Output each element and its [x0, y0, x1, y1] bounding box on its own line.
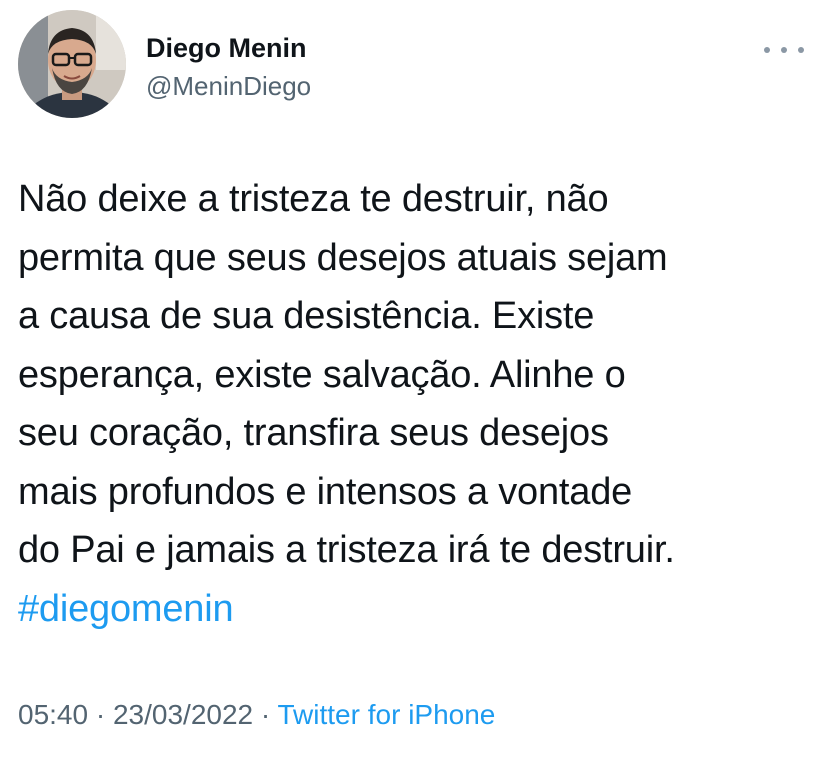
tweet-card: Diego Menin @MeninDiego Não deixe a tris…: [0, 0, 823, 759]
more-dot: [798, 47, 804, 53]
tweet-text: Não deixe a tristeza te destruir, não pe…: [18, 170, 818, 638]
avatar[interactable]: [18, 10, 126, 118]
profile-photo-icon: [18, 10, 126, 118]
more-dot: [764, 47, 770, 53]
tweet-date[interactable]: 23/03/2022: [113, 699, 253, 730]
more-options-icon[interactable]: [764, 38, 804, 62]
author-names: Diego Menin @MeninDiego: [146, 32, 311, 102]
hashtag-link[interactable]: #diegomenin: [18, 588, 234, 630]
tweet-time[interactable]: 05:40: [18, 699, 88, 730]
meta-separator: ·: [88, 699, 113, 730]
tweet-meta: 05:40 · 23/03/2022 · Twitter for iPhone: [18, 697, 495, 733]
tweet-body: Não deixe a tristeza te destruir, não pe…: [18, 178, 675, 571]
meta-separator: ·: [253, 699, 278, 730]
tweet-header: Diego Menin @MeninDiego: [18, 10, 808, 122]
more-dot: [781, 47, 787, 53]
author-display-name[interactable]: Diego Menin: [146, 32, 311, 64]
author-handle[interactable]: @MeninDiego: [146, 70, 311, 102]
tweet-source-link[interactable]: Twitter for iPhone: [278, 699, 496, 730]
